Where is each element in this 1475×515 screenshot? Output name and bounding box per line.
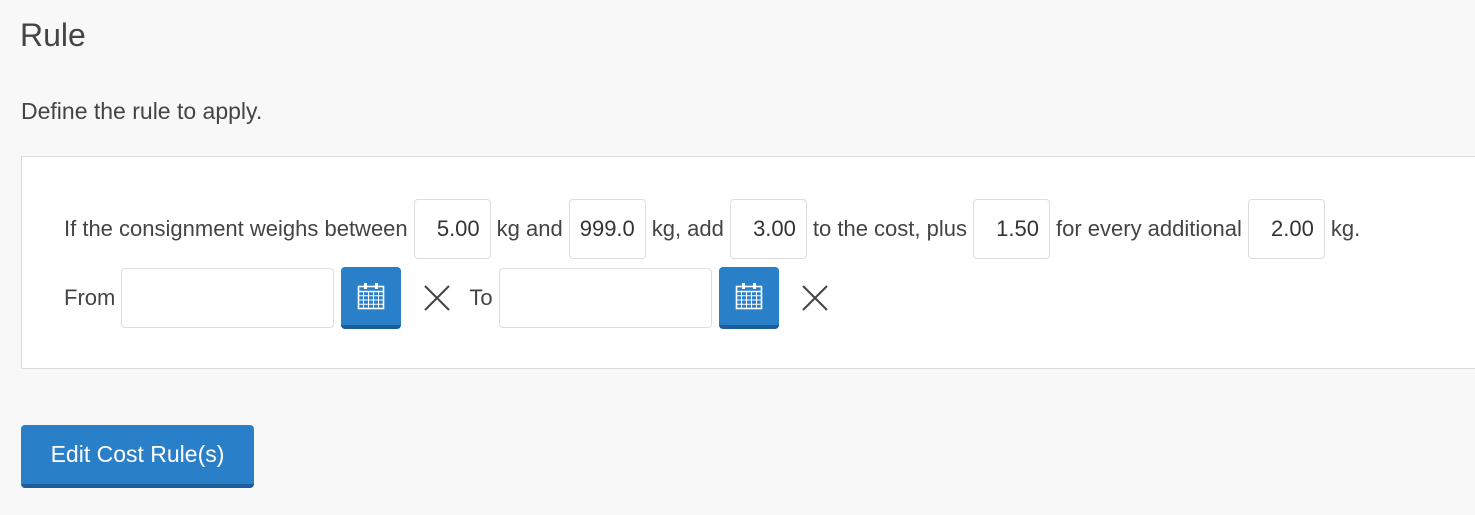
- to-label: To: [469, 285, 493, 310]
- min-weight-input[interactable]: [413, 199, 491, 259]
- date-range-row: From To: [64, 267, 847, 329]
- to-date-input[interactable]: [498, 268, 712, 328]
- rule-text-kg-end: kg.: [1330, 216, 1361, 241]
- rule-text-to-cost-plus: to the cost, plus: [812, 216, 967, 241]
- rule-text-kg-add: kg, add: [651, 216, 724, 241]
- rule-panel: If the consignment weighs between kg and…: [21, 156, 1475, 369]
- from-date-input[interactable]: [121, 268, 335, 328]
- rule-text-for-every: for every additional: [1055, 216, 1242, 241]
- edit-cost-rules-button[interactable]: Edit Cost Rule(s): [21, 425, 254, 488]
- rule-text-kg-and: kg and: [496, 216, 563, 241]
- weight-rule-row: If the consignment weighs between kg and…: [64, 199, 1366, 259]
- close-icon: [801, 285, 828, 311]
- calendar-icon: [735, 283, 762, 310]
- from-label: From: [64, 285, 116, 310]
- additional-weight-input[interactable]: [1247, 199, 1325, 259]
- calendar-icon: [358, 283, 385, 310]
- close-icon: [424, 285, 451, 311]
- base-cost-input[interactable]: [729, 199, 807, 259]
- page-title: Rule: [20, 17, 86, 53]
- rule-text-if: If the consignment weighs between: [64, 216, 408, 241]
- max-weight-input[interactable]: [568, 199, 646, 259]
- additional-cost-input[interactable]: [972, 199, 1050, 259]
- page-description: Define the rule to apply.: [21, 98, 263, 124]
- from-calendar-button[interactable]: [341, 267, 402, 329]
- clear-to-date-button[interactable]: [797, 280, 833, 316]
- clear-from-date-button[interactable]: [419, 280, 455, 316]
- to-calendar-button[interactable]: [718, 267, 779, 329]
